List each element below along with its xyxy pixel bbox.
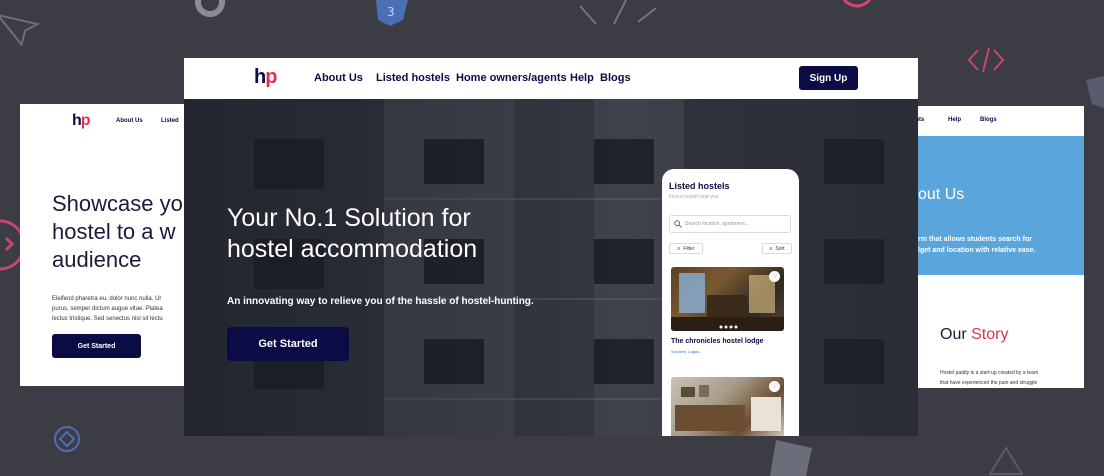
sort-button[interactable]: ≡ Sort xyxy=(762,243,792,254)
logo-h: h xyxy=(254,66,266,88)
body-line: purus, semper dictum augue vitae. Platea xyxy=(52,306,163,312)
hostel-image[interactable]: ♡ xyxy=(671,377,784,436)
sort-label: Sort xyxy=(775,245,785,252)
nav-blogs[interactable]: Blogs xyxy=(980,117,997,123)
logo-p: p xyxy=(80,112,91,129)
main-preview-card: hp About Us Listed hostels Home owners/a… xyxy=(184,58,918,436)
hero-title: Your No.1 Solution for hostel accommodat… xyxy=(227,203,557,265)
cursor-icon xyxy=(0,13,40,46)
nav-listed[interactable]: Listed xyxy=(161,118,179,124)
badge-bottom-icon xyxy=(770,440,812,476)
nav-blogs[interactable]: Blogs xyxy=(600,72,631,84)
desc-line: rm that allows students search for xyxy=(918,236,1032,243)
logo: hp xyxy=(72,112,91,130)
phone-search-input[interactable]: Search location, apartment... xyxy=(669,215,791,233)
html-badge-icon xyxy=(1086,76,1104,108)
logo-p: p xyxy=(265,66,277,88)
about-heading: out Us xyxy=(918,186,965,203)
hero-title-line: Your No.1 Solution for xyxy=(227,204,471,232)
code-slash-icon xyxy=(579,0,657,25)
hero-section: Your No.1 Solution for hostel accommodat… xyxy=(184,99,918,436)
small-circle-icon xyxy=(54,426,80,452)
css-badge-icon: 3 xyxy=(376,0,408,26)
room-photo xyxy=(671,273,784,331)
filter-icon: ≡ xyxy=(677,245,681,252)
about-description: rm that allows students search for lget … xyxy=(918,234,1084,256)
hero-title-line: hostel accommodation xyxy=(227,235,478,263)
nav-about-us[interactable]: About Us xyxy=(314,72,363,84)
get-started-button[interactable]: Get Started xyxy=(227,327,349,361)
hero-subtitle: An innovating way to relieve you of the … xyxy=(227,296,534,307)
filter-label: Filter xyxy=(683,245,695,252)
left-card-body: Eleifend pharetra eu, dolor nunc nulla. … xyxy=(52,294,188,324)
hero-overlay xyxy=(184,99,918,436)
search-icon xyxy=(674,220,682,228)
hostel-image[interactable]: ♡ xyxy=(671,267,784,331)
phone-mockup: Listed hostels Find a hostel near you Se… xyxy=(662,169,799,436)
title-line: Showcase yo xyxy=(52,191,183,216)
title-line: audience xyxy=(52,247,142,272)
room-photo xyxy=(675,385,781,431)
ring-icon xyxy=(195,0,225,17)
hostel-card-location: Surulere, Lagos xyxy=(671,349,700,354)
nav-help[interactable]: Help xyxy=(948,117,961,123)
filter-button[interactable]: ≡ Filter xyxy=(669,243,703,254)
nav-home-owners-agents[interactable]: Home owners/agents xyxy=(456,72,567,84)
title-line: hostel to a w xyxy=(52,219,176,244)
body-line: that have experienced the pain and strug… xyxy=(940,380,1038,386)
body-line: Hostel paddy is a start-up created by a … xyxy=(940,370,1039,376)
logo[interactable]: hp xyxy=(254,66,277,89)
phone-subtitle: Find a hostel near you xyxy=(669,194,719,200)
left-preview-card: hp About Us Listed Showcase yo hostel to… xyxy=(20,104,188,386)
heart-icon[interactable]: ♡ xyxy=(769,271,780,282)
pink-arc-icon xyxy=(842,0,872,8)
nav-help[interactable]: Help xyxy=(570,72,594,84)
logo-h: h xyxy=(72,112,82,129)
get-started-button[interactable]: Get Started xyxy=(52,334,141,358)
story-plain: Our xyxy=(940,326,972,343)
body-line: lectus tristique. Sed senectus nisl sit … xyxy=(52,316,163,322)
hostel-card-title[interactable]: The chronicles hostel lodge xyxy=(671,338,764,345)
heart-icon[interactable]: ♡ xyxy=(769,381,780,392)
story-red: Story xyxy=(971,326,1009,343)
nav-listed-hostels[interactable]: Listed hostels xyxy=(376,72,450,84)
top-nav: hp About Us Listed hostels Home owners/a… xyxy=(184,58,918,99)
search-placeholder: Search location, apartment... xyxy=(685,221,749,227)
desc-line: lget and location with relative ease. xyxy=(918,247,1036,254)
code-tag-icon xyxy=(967,47,1005,73)
sort-icon: ≡ xyxy=(769,245,773,252)
body-line: Eleifend pharetra eu, dolor nunc nulla. … xyxy=(52,296,162,302)
triangle-icon xyxy=(988,446,1024,475)
right-preview-card: ents Help Blogs out Us rm that allows st… xyxy=(912,106,1084,388)
svg-text:3: 3 xyxy=(387,5,395,19)
left-card-title: Showcase yo hostel to a w audience xyxy=(52,190,188,274)
sign-up-button[interactable]: Sign Up xyxy=(799,66,858,90)
phone-title: Listed hostels xyxy=(669,181,730,191)
story-heading: Our Story xyxy=(940,326,1008,344)
story-body: Hostel paddy is a start-up created by a … xyxy=(940,368,1084,388)
nav-about-us[interactable]: About Us xyxy=(116,118,143,124)
